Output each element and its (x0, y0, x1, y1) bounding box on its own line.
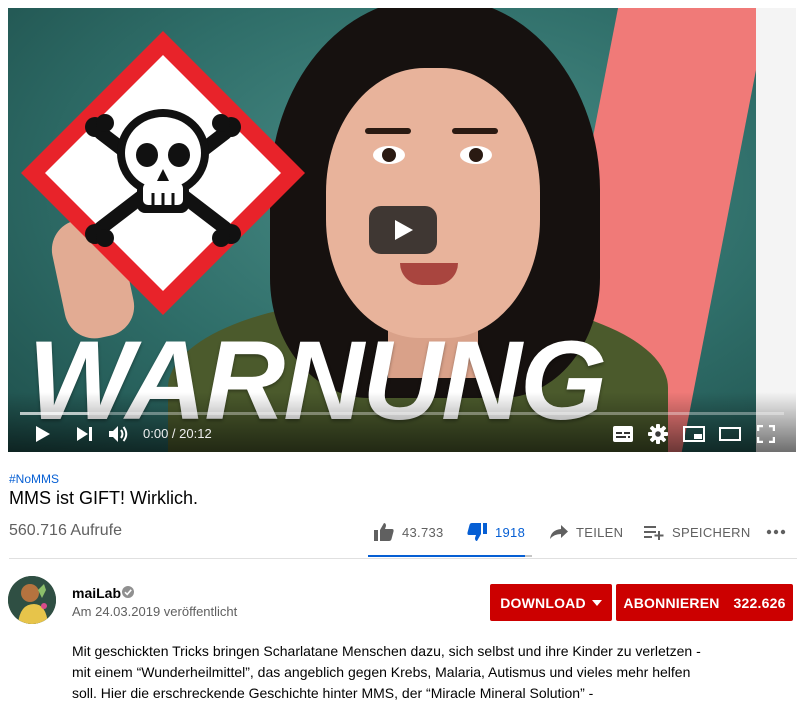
next-icon (77, 427, 92, 441)
fullscreen-button[interactable] (754, 421, 778, 447)
next-button[interactable] (74, 421, 96, 447)
playlist-add-icon (644, 526, 664, 540)
theater-mode-button[interactable] (718, 421, 742, 447)
progress-loaded (20, 412, 89, 415)
sentiment-bar (368, 555, 532, 557)
time-separator: / (168, 426, 180, 441)
download-button[interactable]: DOWNLOAD (490, 584, 612, 621)
play-icon (395, 220, 413, 240)
miniplayer-icon (683, 426, 705, 442)
large-play-button[interactable] (369, 206, 437, 254)
save-label: SPEICHERN (672, 524, 751, 540)
hashtag-link[interactable]: #NoMMS (9, 472, 59, 486)
like-count: 43.733 (402, 524, 444, 540)
share-label: TEILEN (576, 524, 624, 540)
thumbs-down-icon (467, 523, 487, 541)
skull-crossbones-icon (21, 31, 305, 315)
subtitles-button[interactable] (611, 421, 635, 447)
action-bar: 43.733 1918 TEILEN SPEICHERN (0, 515, 807, 555)
dislike-button[interactable]: 1918 (467, 515, 525, 549)
verified-badge-icon (122, 586, 134, 598)
fullscreen-icon (757, 425, 775, 443)
hazard-sign (13, 23, 313, 323)
time-display: 0:00 / 20:12 (143, 426, 212, 441)
presenter-brow-left (365, 128, 411, 134)
volume-icon (109, 426, 128, 442)
more-actions-button[interactable] (766, 515, 786, 549)
channel-name[interactable]: maiLab (72, 585, 121, 601)
time-current: 0:00 (143, 426, 169, 441)
dislike-count: 1918 (495, 524, 526, 540)
video-player[interactable]: WARNUNG 0:00 / 20:12 (8, 8, 796, 452)
subscriber-count: 322.626 (733, 594, 786, 611)
subscribe-button[interactable]: ABONNIEREN 322.626 (616, 584, 793, 621)
like-button[interactable]: 43.733 (374, 515, 444, 549)
play-button[interactable] (32, 421, 54, 447)
save-button[interactable]: SPEICHERN (644, 515, 751, 549)
progress-bar[interactable] (20, 412, 784, 415)
video-description: Mit geschickten Tricks bringen Scharlata… (72, 643, 701, 701)
time-total: 20:12 (179, 426, 212, 441)
miniplayer-button[interactable] (682, 421, 706, 447)
presenter-face (326, 68, 540, 338)
share-button[interactable]: TEILEN (550, 515, 623, 549)
presenter-eye-left (373, 146, 405, 164)
publish-date: Am 24.03.2019 veröffentlicht (72, 604, 238, 619)
avatar-image (8, 576, 56, 624)
presenter-brow-right (452, 128, 498, 134)
settings-button[interactable] (646, 421, 670, 447)
chevron-down-icon (591, 599, 602, 606)
video-title: MMS ist GIFT! Wirklich. (9, 488, 198, 508)
thumbs-up-icon (374, 523, 394, 541)
more-horizontal-icon (766, 529, 786, 535)
sentiment-bar-fill (368, 555, 526, 557)
subscribe-label: ABONNIEREN (623, 594, 720, 611)
theater-mode-icon (719, 427, 741, 441)
settings-icon (648, 424, 668, 444)
section-divider (9, 558, 797, 559)
subtitles-icon (613, 426, 633, 442)
download-label: DOWNLOAD (500, 594, 586, 611)
presenter-eye-right (460, 146, 492, 164)
volume-button[interactable] (108, 421, 132, 447)
play-icon (36, 426, 50, 442)
share-icon (550, 525, 568, 539)
channel-avatar[interactable] (8, 576, 56, 624)
